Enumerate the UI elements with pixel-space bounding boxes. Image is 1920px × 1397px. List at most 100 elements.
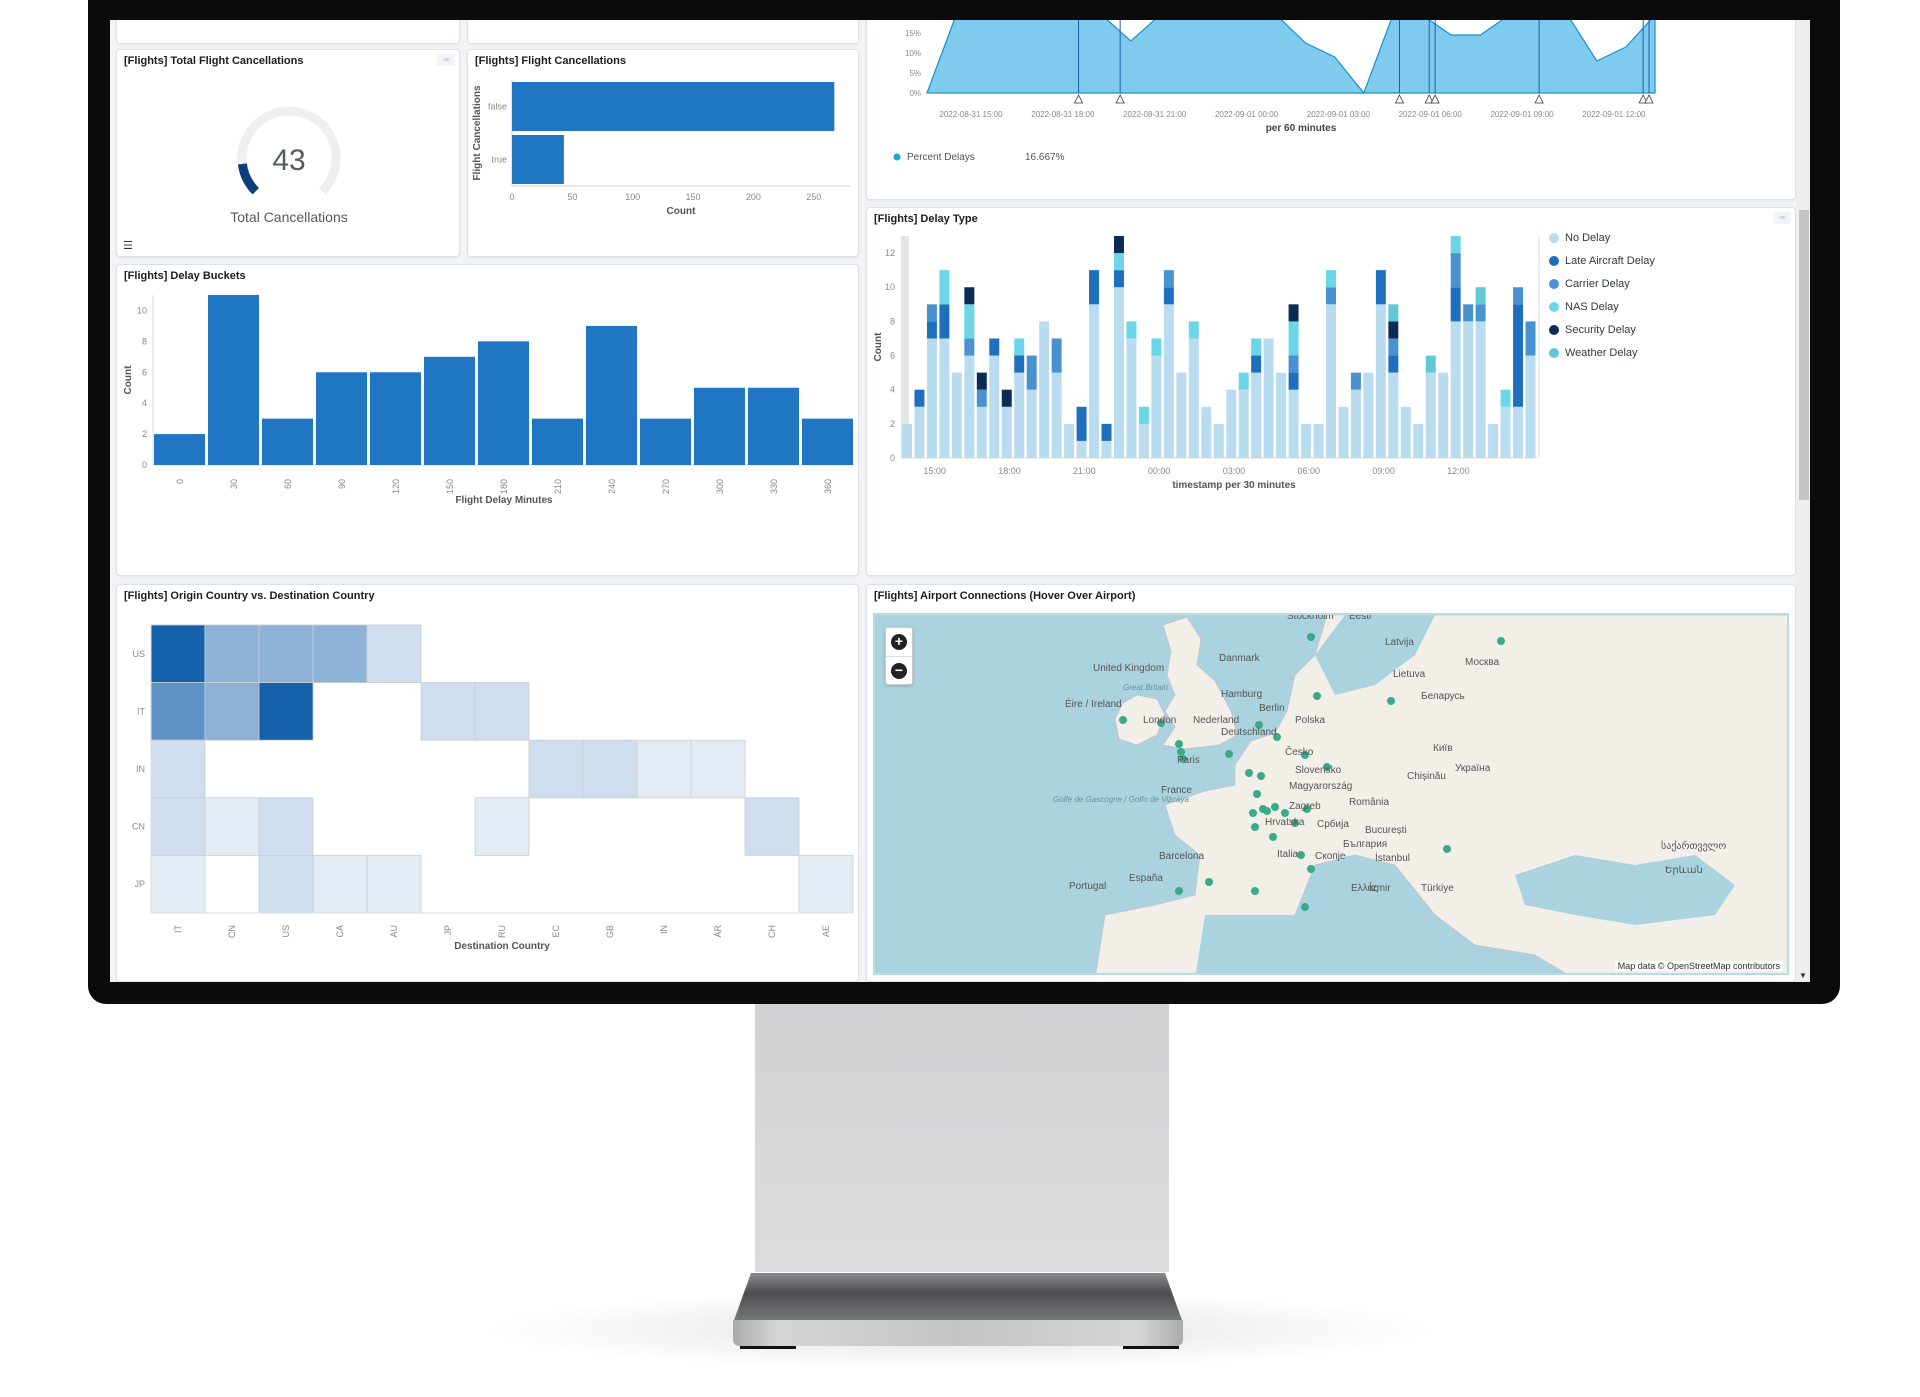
y-tick-label: 8 (142, 336, 147, 346)
panel-total-cancellations: [Flights] Total Flight Cancellations ▫▫▫… (116, 49, 460, 257)
map-place-label: Київ (1433, 743, 1453, 754)
airport-marker[interactable] (1205, 878, 1213, 886)
bar (154, 434, 205, 465)
x-tick-label: CN (227, 925, 237, 938)
stacked-bar-segment (1475, 321, 1486, 458)
airport-marker[interactable] (1313, 692, 1321, 700)
panel-stub-middle (467, 20, 859, 44)
y-tick-label: 10 (885, 282, 895, 292)
legend-dot (1549, 279, 1559, 289)
heatmap-cell (528, 739, 584, 799)
map-place-label: Barcelona (1159, 851, 1205, 862)
stacked-bar-segment (1163, 287, 1174, 305)
x-tick-label: US (281, 925, 291, 938)
airport-marker[interactable] (1307, 633, 1315, 641)
stacked-bar-segment (1114, 270, 1124, 288)
y-axis-title: Flight Cancellations (472, 85, 483, 180)
airport-marker[interactable] (1263, 807, 1271, 815)
map-canvas[interactable]: United Kingdom Great Britain Éire / Irelan… (873, 613, 1789, 975)
stacked-bar-segment (926, 321, 937, 339)
panel-flight-cancellations: [Flights] Flight Cancellations false true… (467, 49, 859, 257)
stacked-bar-segment (1251, 355, 1262, 373)
vertical-scrollbar[interactable]: ▼ (1796, 20, 1810, 982)
airport-marker[interactable] (1271, 803, 1279, 811)
stacked-bar-segment (951, 372, 962, 458)
airport-marker[interactable] (1269, 833, 1277, 841)
airport-marker[interactable] (1307, 865, 1315, 873)
stacked-bar-segment (1363, 372, 1374, 458)
stacked-bar-segment (1114, 236, 1124, 254)
legend-item[interactable]: Carrier Delay (1549, 278, 1630, 290)
legend-item[interactable]: Weather Delay (1549, 347, 1638, 359)
map-place-label: Hamburg (1221, 689, 1263, 700)
x-tick-label: 250 (806, 192, 821, 202)
y-tick-label: CN (132, 822, 145, 832)
map-attribution[interactable]: Map data © OpenStreetMap contributors (1614, 961, 1783, 971)
heatmap-cell (366, 624, 422, 683)
delay-buckets-chart: 0 2 4 6 8 10 0 30 60 90 120 150 180 210 240 270 300 330 36… (123, 295, 855, 506)
airport-marker[interactable] (1387, 697, 1395, 705)
bar (586, 325, 637, 465)
stacked-bar-segment (1375, 304, 1386, 458)
stacked-bar-segment (1388, 338, 1399, 356)
map-place-label: Berlin (1259, 703, 1285, 714)
stacked-bar-segment (1313, 423, 1324, 458)
airport-marker[interactable] (1249, 809, 1257, 817)
y-tick-label: 5% (909, 69, 921, 78)
airport-marker[interactable] (1119, 716, 1127, 724)
heatmap-cell (474, 797, 530, 856)
x-tick-label: CA (335, 925, 345, 938)
airport-marker[interactable] (1253, 790, 1261, 798)
stacked-bar-segment (1525, 355, 1536, 458)
airport-marker[interactable] (1251, 823, 1259, 831)
map-place-label: Україна (1455, 763, 1491, 774)
stacked-bar-segment (1500, 406, 1511, 458)
stacked-bar-segment (1450, 253, 1461, 288)
airport-marker[interactable] (1443, 845, 1451, 853)
y-tick-label: false (488, 102, 507, 112)
stacked-bar-segment (989, 355, 1000, 458)
map-place-label: España (1129, 873, 1163, 884)
scrollbar-thumb[interactable] (1799, 210, 1809, 500)
x-tick-label: IN (659, 925, 669, 934)
zoom-in-button[interactable]: + (886, 628, 912, 656)
dashboard-screen: [Flights] Total Flight Cancellations ▫▫▫… (110, 20, 1810, 982)
airport-marker[interactable] (1175, 887, 1183, 895)
stacked-bar-segment (1450, 321, 1461, 458)
map-place-label: Portugal (1069, 881, 1107, 892)
heatmap-cell (366, 854, 422, 914)
airport-marker[interactable] (1251, 887, 1259, 895)
airport-marker[interactable] (1281, 809, 1289, 817)
stacked-bar-segment (1151, 338, 1162, 356)
stacked-bar-segment (1089, 270, 1100, 305)
airport-marker[interactable] (1301, 903, 1309, 911)
legend-item[interactable]: Late Aircraft Delay (1549, 255, 1655, 267)
zoom-out-button[interactable]: − (886, 656, 912, 684)
scroll-down-arrow-icon[interactable]: ▼ (1799, 971, 1807, 980)
legend-item[interactable]: No Delay (1549, 232, 1610, 244)
list-icon[interactable]: ☰ (123, 239, 133, 252)
airport-marker[interactable] (1245, 769, 1253, 777)
map-zoom-control: + − (885, 627, 913, 685)
airport-marker[interactable] (1225, 750, 1233, 758)
map-place-label: Hrvatska (1265, 817, 1305, 828)
monitor-stand-neck (755, 1004, 1169, 1272)
x-tick-label: 180 (499, 479, 509, 494)
legend-item[interactable]: Security Delay (1549, 324, 1636, 336)
airport-marker[interactable] (1257, 772, 1265, 780)
stacked-bar-segment (1388, 355, 1399, 373)
airport-marker[interactable] (1297, 851, 1305, 859)
x-tick-label: 210 (553, 479, 563, 494)
panel-delay-type: [Flights] Delay Type ▫▫▫ 0 2 4 6 8 10 12 15:00 1… (866, 207, 1796, 576)
heatmap-cell (420, 682, 476, 741)
stacked-bar-segment (1138, 423, 1149, 458)
stacked-bar-segment (939, 338, 950, 458)
panel-delay-buckets: [Flights] Delay Buckets 0 2 4 6 8 10 0 30 60 90 12… (116, 264, 859, 576)
airport-marker[interactable] (1175, 740, 1183, 748)
stacked-bar-segment (1114, 253, 1124, 271)
map-place-label: Magyarország (1289, 781, 1353, 792)
heatmap-cell (204, 624, 260, 683)
legend-item[interactable]: NAS Delay (1549, 301, 1619, 313)
stacked-bar-segment (1226, 389, 1237, 458)
airport-marker[interactable] (1497, 637, 1505, 645)
